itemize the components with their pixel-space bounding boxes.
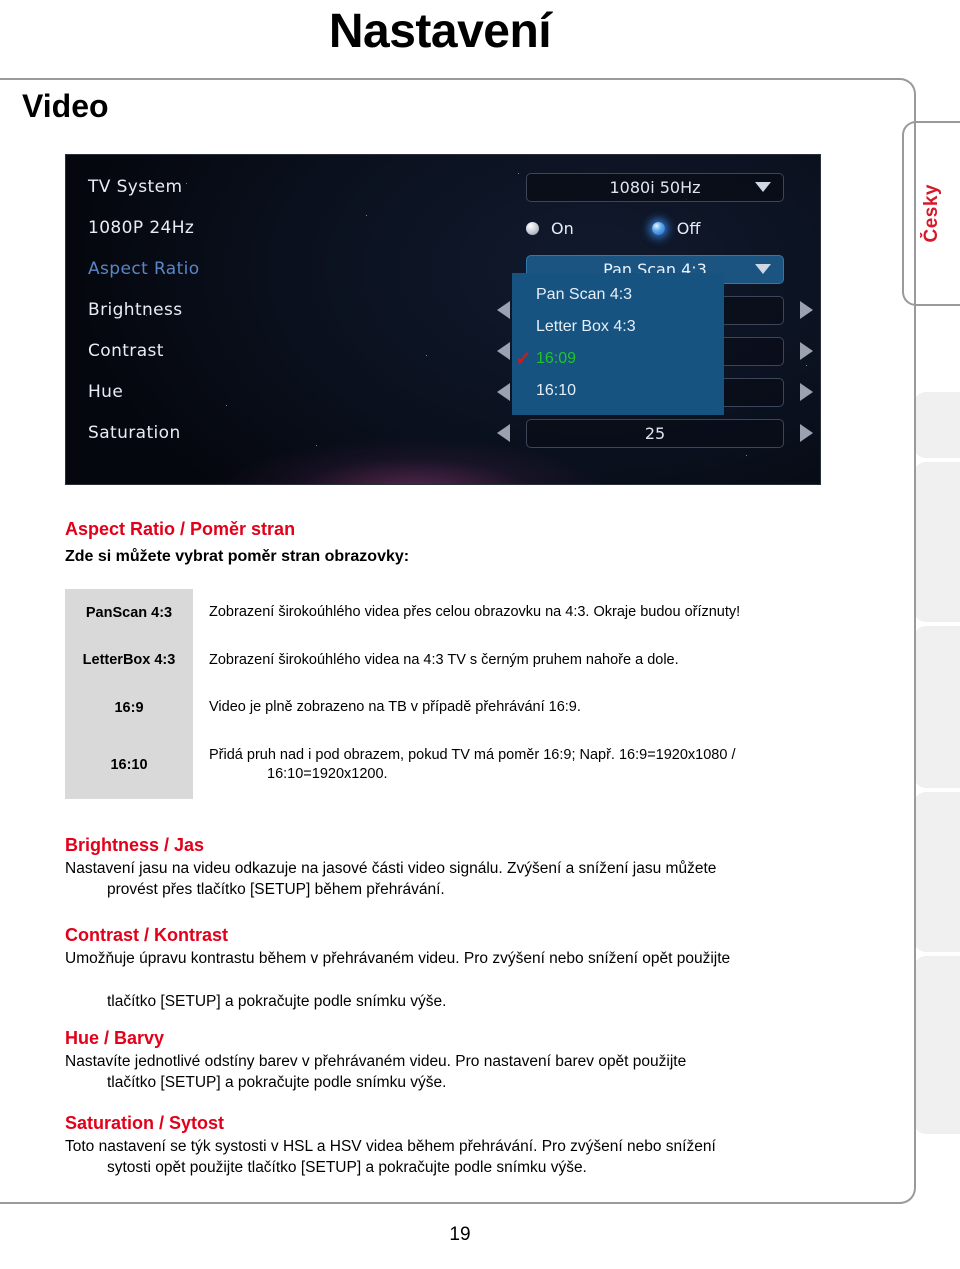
osd-label-contrast: Contrast xyxy=(88,341,164,361)
osd-label-aspect-ratio: Aspect Ratio xyxy=(88,259,200,279)
section-title: Video xyxy=(22,88,109,124)
saturation-section: Saturation / Sytost Toto nastavení se tý… xyxy=(65,1113,805,1179)
table-cell-value: Zobrazení širokoúhlého videa na 4:3 TV s… xyxy=(209,651,679,668)
table-cell-value-line2: 16:10=1920x1200. xyxy=(267,766,388,783)
tv-system-value: 1080i 50Hz xyxy=(609,177,701,197)
table-cell-key: 16:10 xyxy=(65,731,193,799)
table-row: 16:10 Přidá pruh nad i pod obrazem, poku… xyxy=(65,731,805,799)
radio-option-off[interactable]: Off xyxy=(651,218,701,238)
hue-heading: Hue / Barvy xyxy=(65,1028,165,1048)
arrow-left-icon[interactable] xyxy=(497,424,510,442)
osd-label-1080p-24hz: 1080P 24Hz xyxy=(88,218,195,238)
table-cell-key: 16:9 xyxy=(65,684,193,732)
chevron-down-icon xyxy=(755,182,771,192)
table-row: 16:9 Video je plně zobrazeno na TB v pří… xyxy=(65,684,805,732)
contrast-section: Contrast / Kontrast Umožňuje úpravu kont… xyxy=(65,925,805,1013)
dropdown-item-label: Letter Box 4:3 xyxy=(536,318,636,335)
table-row: PanScan 4:3 Zobrazení širokoúhlého videa… xyxy=(65,589,805,637)
dropdown-item-pan-scan[interactable]: Pan Scan 4:3 xyxy=(512,279,724,311)
contrast-line-3: tlačítko [SETUP] a pokračujte podle sním… xyxy=(107,992,447,1010)
osd-label-tv-system: TV System xyxy=(88,177,183,197)
radio-label-on: On xyxy=(551,218,574,238)
table-cell-key: LetterBox 4:3 xyxy=(65,636,193,685)
osd-row-saturation: Saturation 25 xyxy=(66,413,820,453)
arrow-right-icon[interactable] xyxy=(800,383,813,401)
arrow-left-icon[interactable] xyxy=(497,342,510,360)
brightness-section: Brightness / Jas Nastavení jasu na videu… xyxy=(65,835,805,901)
osd-control-tv-system[interactable]: 1080i 50Hz xyxy=(526,172,784,202)
brightness-line-2: provést přes tlačítko [SETUP] během přeh… xyxy=(107,880,445,898)
radio-selected-icon xyxy=(651,221,665,235)
hue-line-1: Nastavíte jednotlivé odstíny barev v pře… xyxy=(65,1053,687,1070)
tab-ghost-3[interactable] xyxy=(914,626,960,788)
osd-label-saturation: Saturation xyxy=(88,423,181,443)
footer-divider xyxy=(0,1202,902,1204)
table-cell-value: Zobrazení širokoúhlého videa přes celou … xyxy=(209,604,741,620)
radio-label-off: Off xyxy=(676,218,701,238)
hue-line-2: tlačítko [SETUP] a pokračujte podle sním… xyxy=(107,1073,447,1091)
hue-section: Hue / Barvy Nastavíte jednotlivé odstíny… xyxy=(65,1028,805,1094)
table-cell-value-line1: Přidá pruh nad i pod obrazem, pokud TV m… xyxy=(209,746,736,763)
table-cell-value-multiline: Přidá pruh nad i pod obrazem, pokud TV m… xyxy=(193,732,805,799)
dropdown-item-label: 16:10 xyxy=(536,382,577,399)
arrow-left-icon[interactable] xyxy=(497,301,510,319)
saturation-heading: Saturation / Sytost xyxy=(65,1113,225,1133)
arrow-right-icon[interactable] xyxy=(800,424,813,442)
saturation-line-1: Toto nastavení se týk systosti v HSL a H… xyxy=(65,1138,716,1155)
contrast-heading: Contrast / Kontrast xyxy=(65,925,229,945)
table-cell-value: Video je plně zobrazeno na TB v případě … xyxy=(209,699,581,716)
dropdown-item-label: Pan Scan 4:3 xyxy=(536,286,633,303)
osd-row-tv-system: TV System 1080i 50Hz xyxy=(66,167,820,207)
aspect-ratio-table: PanScan 4:3 Zobrazení širokoúhlého videa… xyxy=(65,589,805,799)
arrow-left-icon[interactable] xyxy=(497,383,510,401)
arrow-right-icon[interactable] xyxy=(800,342,813,360)
check-icon: ✓ xyxy=(514,344,532,373)
chevron-down-icon xyxy=(755,264,771,274)
saturation-value: 25 xyxy=(526,418,784,448)
dropdown-item-label: 16:09 xyxy=(536,350,577,367)
tab-ghost-1[interactable] xyxy=(914,392,960,458)
page-number: 19 xyxy=(449,1224,471,1245)
aspect-ratio-section: Aspect Ratio / Poměr stran Zde si můžete… xyxy=(65,519,805,568)
dropdown-item-16-10[interactable]: 16:10 xyxy=(512,375,724,407)
dropdown-item-letter-box[interactable]: Letter Box 4:3 xyxy=(512,311,724,343)
dropdown-item-16-09[interactable]: ✓ 16:09 xyxy=(512,343,724,375)
osd-label-hue: Hue xyxy=(88,382,124,402)
brightness-heading: Brightness / Jas xyxy=(65,835,205,855)
aspect-ratio-heading: Aspect Ratio / Poměr stran xyxy=(65,519,296,539)
osd-label-brightness: Brightness xyxy=(88,300,183,320)
saturation-line-2: sytosti opět použijte tlačítko [SETUP] a… xyxy=(107,1158,587,1176)
radio-option-on[interactable]: On xyxy=(526,219,574,238)
language-tab-label: Česky xyxy=(921,184,942,243)
brightness-line-1: Nastavení jasu na videu odkazuje na jaso… xyxy=(65,860,717,877)
arrow-right-icon[interactable] xyxy=(800,301,813,319)
tab-ghost-2[interactable] xyxy=(914,462,960,622)
table-cell-key: PanScan 4:3 xyxy=(65,589,193,637)
tab-ghost-5[interactable] xyxy=(914,956,960,1134)
contrast-line-1: Umožňuje úpravu kontrastu během v přehrá… xyxy=(65,950,731,967)
language-tab-strip: Česky xyxy=(900,0,960,1269)
osd-row-1080p-24hz: 1080P 24Hz On Off xyxy=(66,208,820,248)
osd-control-1080p-24hz[interactable]: On Off xyxy=(526,214,784,243)
tab-ghost-4[interactable] xyxy=(914,792,960,952)
osd-control-saturation[interactable]: 25 xyxy=(497,418,813,448)
aspect-ratio-subheading: Zde si můžete vybrat poměr stran obrazov… xyxy=(65,548,410,565)
aspect-ratio-dropdown[interactable]: Pan Scan 4:3 Letter Box 4:3 ✓ 16:09 16:1… xyxy=(512,273,724,415)
table-row: LetterBox 4:3 Zobrazení širokoúhlého vid… xyxy=(65,636,805,685)
page-title: Nastavení xyxy=(328,5,552,58)
language-tab-cesky[interactable]: Česky xyxy=(902,121,960,306)
saturation-stepper[interactable]: 25 xyxy=(497,418,813,448)
tv-system-select[interactable]: 1080i 50Hz xyxy=(526,172,784,202)
radio-off-icon xyxy=(526,221,539,235)
